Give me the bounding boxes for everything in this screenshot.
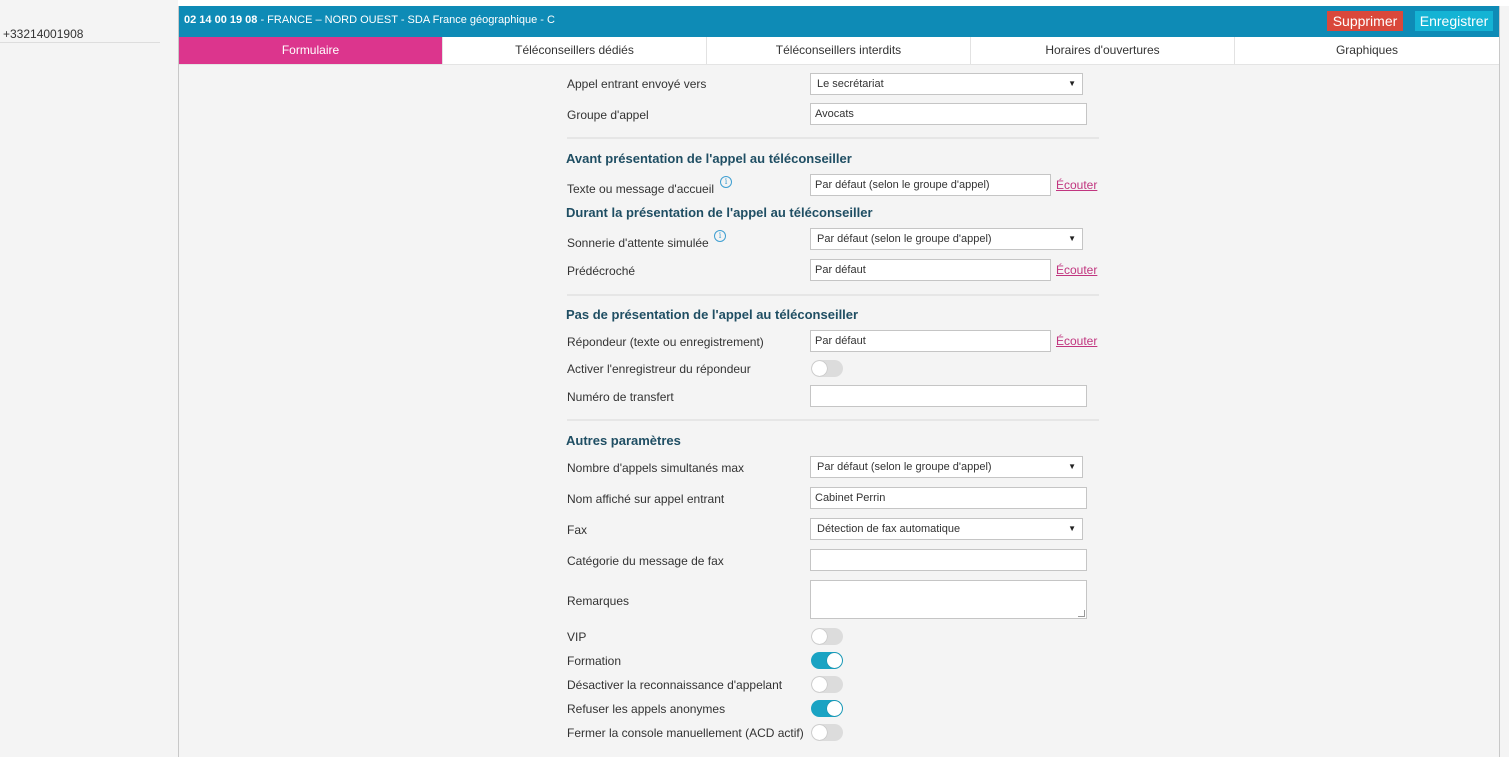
predecroche-input[interactable]: Par défaut	[810, 259, 1051, 281]
numero-transfert-input[interactable]	[810, 385, 1087, 407]
divider	[0, 42, 160, 43]
sonnerie-select[interactable]: Par défaut (selon le groupe d'appel) ▼	[810, 228, 1083, 250]
texte-accueil-input[interactable]: Par défaut (selon le groupe d'appel)	[810, 174, 1051, 196]
remarques-label: Remarques	[567, 594, 630, 608]
nb-appels-label: Nombre d'appels simultanés max	[567, 461, 745, 475]
resize-grip-icon[interactable]	[1078, 610, 1085, 617]
chevron-down-icon: ▼	[1068, 462, 1076, 471]
enregistreur-label: Activer l'enregistreur du répondeur	[567, 362, 751, 376]
sonnerie-value: Par défaut (selon le groupe d'appel)	[817, 233, 992, 245]
left-panel: +33214001908	[0, 0, 178, 757]
delete-button[interactable]: Supprimer	[1327, 11, 1403, 31]
ecouter-link-predecroche[interactable]: Écouter	[1056, 263, 1097, 277]
categorie-fax-input[interactable]	[810, 549, 1087, 571]
header-title: 02 14 00 19 08 - FRANCE – NORD OUEST - S…	[184, 14, 555, 26]
toggle-knob	[812, 361, 827, 376]
toggle-knob	[827, 701, 842, 716]
tab-bar: Formulaire Téléconseillers dédiés Téléco…	[179, 37, 1499, 65]
ecouter-link-repondeur[interactable]: Écouter	[1056, 334, 1097, 348]
fermer-console-toggle[interactable]	[811, 724, 843, 741]
tab-teleconseillers-interdits[interactable]: Téléconseillers interdits	[707, 37, 971, 64]
toggle-knob	[827, 653, 842, 668]
remarques-textarea[interactable]	[810, 580, 1087, 619]
section-durant-title: Durant la présentation de l'appel au tél…	[566, 205, 873, 220]
chevron-down-icon: ▼	[1068, 79, 1076, 88]
sonnerie-label: Sonnerie d'attente simulée	[567, 236, 709, 250]
toggle-knob	[812, 725, 827, 740]
desactiver-reco-label: Désactiver la reconnaissance d'appelant	[567, 678, 783, 692]
appel-entrant-select[interactable]: Le secrétariat ▼	[810, 73, 1083, 95]
tab-horaires[interactable]: Horaires d'ouvertures	[971, 37, 1235, 64]
nom-affiche-label: Nom affiché sur appel entrant	[567, 492, 725, 506]
categorie-fax-label: Catégorie du message de fax	[567, 554, 724, 568]
formation-toggle[interactable]	[811, 652, 843, 669]
section-autres-title: Autres paramètres	[566, 433, 681, 448]
toggle-knob	[812, 677, 827, 692]
repondeur-label: Répondeur (texte ou enregistrement)	[567, 335, 764, 349]
main-panel: 02 14 00 19 08 - FRANCE – NORD OUEST - S…	[178, 6, 1500, 757]
vip-toggle[interactable]	[811, 628, 843, 645]
header-bar: 02 14 00 19 08 - FRANCE – NORD OUEST - S…	[179, 6, 1499, 37]
header-number: 02 14 00 19 08	[184, 14, 258, 26]
phone-list-item[interactable]: +33214001908	[3, 27, 83, 41]
section-pas-title: Pas de présentation de l'appel au téléco…	[566, 307, 859, 322]
desactiver-reco-toggle[interactable]	[811, 676, 843, 693]
save-button[interactable]: Enregistrer	[1415, 11, 1493, 31]
tab-teleconseillers-dedies[interactable]: Téléconseillers dédiés	[443, 37, 707, 64]
appel-entrant-label: Appel entrant envoyé vers	[567, 77, 707, 91]
tab-graphiques[interactable]: Graphiques	[1235, 37, 1499, 64]
groupe-appel-label: Groupe d'appel	[567, 108, 649, 122]
groupe-appel-input[interactable]: Avocats	[810, 103, 1087, 125]
nb-appels-select[interactable]: Par défaut (selon le groupe d'appel) ▼	[810, 456, 1083, 478]
header-description: - FRANCE – NORD OUEST - SDA France géogr…	[257, 14, 555, 26]
nom-affiche-input[interactable]: Cabinet Perrin	[810, 487, 1087, 509]
refuser-anonymes-label: Refuser les appels anonymes	[567, 702, 726, 716]
enregistreur-toggle[interactable]	[811, 360, 843, 377]
repondeur-input[interactable]: Par défaut	[810, 330, 1051, 352]
refuser-anonymes-toggle[interactable]	[811, 700, 843, 717]
tab-formulaire[interactable]: Formulaire	[179, 37, 443, 64]
fermer-console-label: Fermer la console manuellement (ACD acti…	[567, 726, 804, 740]
predecroche-label: Prédécroché	[567, 264, 636, 278]
section-avant-title: Avant présentation de l'appel au télécon…	[566, 151, 852, 166]
divider	[567, 419, 1099, 421]
info-icon[interactable]: i	[720, 176, 732, 188]
fax-value: Détection de fax automatique	[817, 523, 961, 535]
formation-label: Formation	[567, 654, 622, 668]
ecouter-link-accueil[interactable]: Écouter	[1056, 178, 1097, 192]
fax-label: Fax	[567, 523, 588, 537]
divider	[567, 294, 1099, 296]
divider	[567, 137, 1099, 139]
nb-appels-value: Par défaut (selon le groupe d'appel)	[817, 461, 992, 473]
info-icon[interactable]: i	[714, 230, 726, 242]
texte-accueil-label: Texte ou message d'accueil	[567, 182, 715, 196]
chevron-down-icon: ▼	[1068, 524, 1076, 533]
chevron-down-icon: ▼	[1068, 234, 1076, 243]
numero-transfert-label: Numéro de transfert	[567, 390, 674, 404]
appel-entrant-value: Le secrétariat	[817, 78, 884, 90]
vip-label: VIP	[567, 630, 587, 644]
fax-select[interactable]: Détection de fax automatique ▼	[810, 518, 1083, 540]
toggle-knob	[812, 629, 827, 644]
